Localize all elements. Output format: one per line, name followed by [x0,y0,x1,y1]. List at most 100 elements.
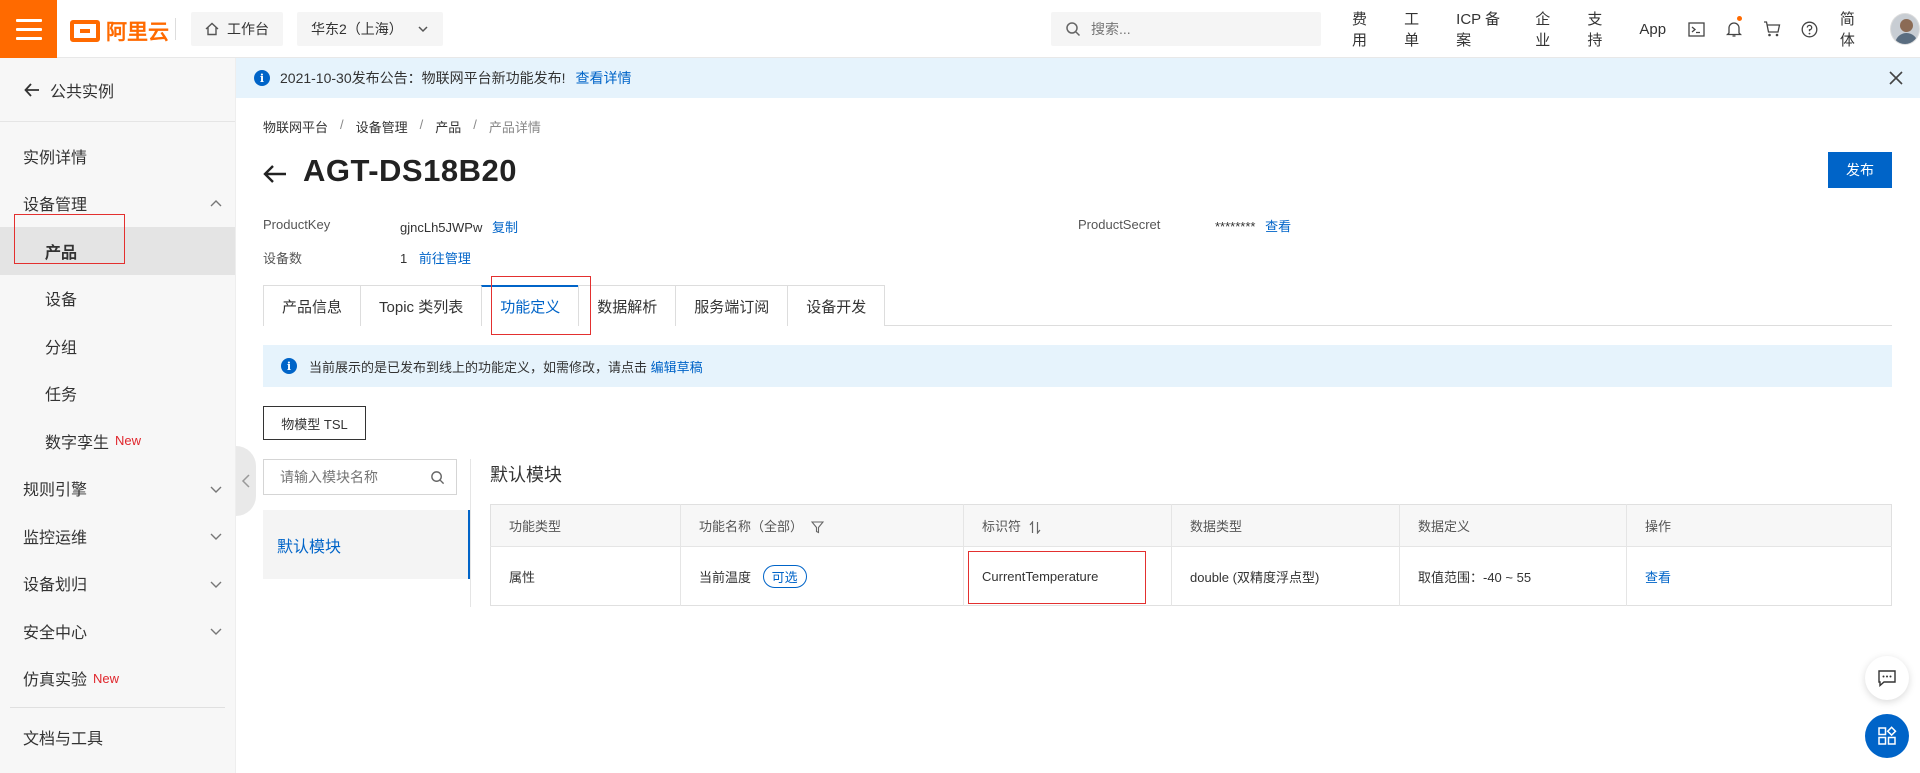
sidebar-item-label: 分组 [45,339,78,357]
column-header-identifier[interactable]: 标识符 [963,504,1172,547]
breadcrumb-separator: / [419,117,424,132]
table-row: 属性 当前温度 可选 CurrentTemperature double (双精… [490,546,1892,606]
user-avatar[interactable] [1889,13,1920,45]
column-header-name[interactable]: 功能名称（全部） [680,504,964,547]
sidebar-item-device-assignment[interactable]: 设备划归 [0,560,235,608]
filter-icon[interactable] [810,521,824,534]
sidebar-item-label: 设备划归 [23,577,88,595]
sidebar-item-label: 数字孪生 [45,434,110,452]
sidebar-item-device[interactable]: 设备 [0,275,235,323]
top-link-billing[interactable]: 费用 [1340,8,1392,50]
tab-device-development[interactable]: 设备开发 [787,285,886,326]
divider [10,707,225,708]
device-count-value: 1 [400,251,408,266]
product-secret-value: ******** [1215,219,1256,234]
sidebar-item-digital-twin[interactable]: 数字孪生 New [0,417,235,465]
sidebar-item-product[interactable]: 产品 [0,227,235,275]
sidebar-item-group[interactable]: 分组 [0,322,235,370]
sidebar-item-label: 文档与工具 [23,730,104,748]
announcement-link[interactable]: 查看详情 [576,68,632,88]
tab-product-info[interactable]: 产品信息 [263,285,362,326]
chevron-down-icon [210,486,222,493]
close-icon[interactable] [1888,70,1904,86]
top-link-support[interactable]: 支持 [1575,8,1627,50]
top-link-tickets[interactable]: 工单 [1392,8,1444,50]
view-secret-link[interactable]: 查看 [1265,219,1291,234]
apps-button[interactable] [1865,714,1909,758]
tab-server-subscription[interactable]: 服务端订阅 [675,285,789,326]
sidebar-item-instance-detail[interactable]: 实例详情 [0,132,235,180]
bell-icon[interactable] [1716,0,1753,58]
device-count-label: 设备数 [263,251,303,266]
sidebar-item-device-management[interactable]: 设备管理 [0,180,235,228]
sort-icon[interactable] [1029,520,1041,535]
aliyun-logo[interactable]: 阿里云 [70,16,169,46]
sidebar-item-label: 实例详情 [23,149,88,167]
chevron-left-icon [241,474,250,488]
chevron-down-icon [210,533,222,540]
sidebar-item-label: 任务 [45,387,78,405]
breadcrumb-item[interactable]: 产品 [435,117,461,136]
go-manage-link[interactable]: 前往管理 [419,251,471,266]
sidebar-item-docs-tools[interactable]: 文档与工具 [0,713,235,761]
top-navigation-bar: 阿里云 工作台 华东2（上海） 费用 工单 ICP 备案 企业 支持 App 简… [0,0,1920,58]
global-search[interactable] [1051,12,1321,46]
cart-icon[interactable] [1753,0,1790,58]
announcement-text: 2021-10-30发布公告：物联网平台新功能发布! [280,70,566,86]
hamburger-menu-button[interactable] [0,0,57,58]
sidebar-item-monitoring[interactable]: 监控运维 [0,512,235,560]
module-list-item-default[interactable]: 默认模块 [263,510,471,579]
back-arrow-icon[interactable] [263,164,287,184]
arrow-left-icon [24,82,39,97]
apps-grid-icon [1878,726,1897,745]
sidebar-item-label: 安全中心 [23,624,88,642]
divider [175,18,176,40]
help-icon[interactable] [1790,0,1827,58]
logo-text: 阿里云 [106,21,169,44]
terminal-icon[interactable] [1678,0,1715,58]
sidebar-item-rule-engine[interactable]: 规则引擎 [0,465,235,513]
top-link-app[interactable]: App [1627,21,1678,38]
sidebar-collapse-handle[interactable] [236,446,256,516]
back-to-public-instance[interactable]: 公共实例 [0,58,235,122]
home-icon [205,22,219,36]
column-header-type: 功能类型 [490,504,681,547]
workbench-button[interactable]: 工作台 [191,12,283,46]
region-selector[interactable]: 华东2（上海） [297,12,443,46]
product-key-field: gjncLh5JWPw 复制 [400,217,518,236]
chevron-up-icon [210,199,222,206]
search-icon [431,470,445,484]
device-count-field: 1 前往管理 [400,248,471,267]
column-header-definition: 数据定义 [1399,504,1627,547]
tsl-model-button[interactable]: 物模型 TSL [263,406,366,440]
sidebar: 公共实例 实例详情 设备管理 产品 设备 分组 任务 数字孪生 New 规则引擎… [0,58,236,773]
info-icon: i [254,70,270,86]
info-icon: i [281,358,297,374]
top-link-icp[interactable]: ICP 备案 [1444,8,1523,50]
top-link-enterprise[interactable]: 企业 [1523,8,1575,50]
function-name: 当前温度 [699,569,752,585]
page-title: AGT-DS18B20 [303,153,517,188]
tab-topic-list[interactable]: Topic 类列表 [360,285,483,326]
publish-button[interactable]: 发布 [1828,152,1892,188]
copy-product-key-link[interactable]: 复制 [492,220,518,235]
edit-draft-link[interactable]: 编辑草稿 [651,360,703,375]
view-action-link[interactable]: 查看 [1645,570,1671,585]
sidebar-item-task[interactable]: 任务 [0,370,235,418]
breadcrumb-item[interactable]: 物联网平台 [263,117,328,136]
breadcrumb-item[interactable]: 设备管理 [356,117,408,136]
module-search[interactable] [263,459,457,495]
cell-type: 属性 [490,546,681,606]
chevron-down-icon [418,26,428,33]
search-input[interactable] [1091,21,1291,37]
tab-data-parsing[interactable]: 数据解析 [578,285,677,326]
chat-button[interactable] [1865,656,1909,700]
tab-function-definition[interactable]: 功能定义 [481,285,580,326]
language-switch[interactable]: 简体 [1828,8,1880,50]
tip-content: 当前展示的是已发布到线上的功能定义，如需修改，请点击 编辑草稿 [309,357,703,376]
cell-definition: 取值范围：-40 ~ 55 [1399,546,1627,606]
product-secret-label: ProductSecret [1078,217,1161,232]
sidebar-item-simulation[interactable]: 仿真实验 New [0,655,235,703]
module-search-input[interactable] [280,469,430,485]
sidebar-item-security-center[interactable]: 安全中心 [0,607,235,655]
